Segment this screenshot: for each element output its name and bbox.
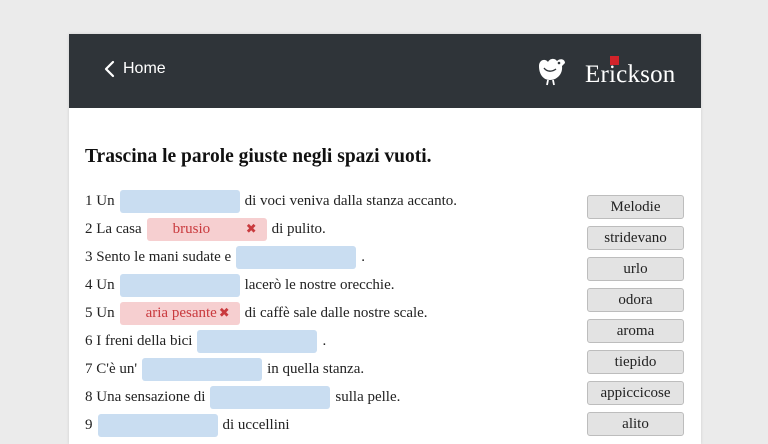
- dropped-word: brusio: [172, 220, 211, 237]
- drop-slot-filled-wrong[interactable]: aria pesante ✖: [119, 301, 240, 325]
- sentence-text-before: 9: [85, 416, 93, 433]
- drop-slot[interactable]: [197, 329, 318, 353]
- sentence-row: 9 di uccellini: [85, 413, 290, 437]
- drop-slot[interactable]: [119, 273, 240, 297]
- sentence-text-before: 2 La casa: [85, 220, 142, 237]
- chevron-left-icon: [104, 60, 115, 78]
- sentence-text-before: 3 Sento le mani sudate e: [85, 248, 232, 265]
- home-button[interactable]: Home: [103, 59, 166, 79]
- sentence-text-before: 6 I freni della bici: [85, 332, 193, 349]
- home-label: Home: [123, 60, 166, 77]
- word-tile[interactable]: alito: [587, 412, 684, 436]
- sentence-text-before: 5 Un: [85, 304, 115, 321]
- sentence-text-after: di pulito.: [271, 220, 326, 237]
- word-tile[interactable]: Melodie: [587, 195, 684, 219]
- sentence-text-after: .: [361, 248, 365, 265]
- drop-slot[interactable]: [210, 385, 331, 409]
- sentence-text-before: 7 C'è un': [85, 360, 138, 377]
- word-tile[interactable]: aroma: [587, 319, 684, 343]
- sentence-row: 1 Un di voci veniva dalla stanza accanto.: [85, 189, 457, 213]
- sentence-text-before: 1 Un: [85, 192, 115, 209]
- word-tile[interactable]: stridevano: [587, 226, 684, 250]
- sentence-text-after: di caffè sale dalle nostre scale.: [244, 304, 428, 321]
- sentence-row: 2 La casa brusio ✖ di pulito.: [85, 217, 326, 241]
- sentence-row: 7 C'è un' in quella stanza.: [85, 357, 364, 381]
- sentence-row: 6 I freni della bici.: [85, 329, 326, 353]
- top-bar: Home Erickson: [69, 34, 701, 108]
- brand-name: Erickson: [585, 61, 676, 88]
- sentence-text-after: di uccellini: [222, 416, 290, 433]
- sentence-text-after: lacerò le nostre orecchie.: [244, 276, 395, 293]
- drop-slot[interactable]: [236, 245, 357, 269]
- word-tile[interactable]: urlo: [587, 257, 684, 281]
- sentence-text-before: 4 Un: [85, 276, 115, 293]
- word-tile[interactable]: odora: [587, 288, 684, 312]
- word-tile[interactable]: appiccicose: [587, 381, 684, 405]
- wrong-x-icon[interactable]: ✖: [246, 222, 257, 237]
- instructions-title: Trascina le parole giuste negli spazi vu…: [85, 146, 432, 167]
- sentence-row: 8 Una sensazione di sulla pelle.: [85, 385, 400, 409]
- drop-slot[interactable]: [119, 189, 240, 213]
- word-tile[interactable]: tiepido: [587, 350, 684, 374]
- sentence-row: 3 Sento le mani sudate e.: [85, 245, 365, 269]
- drop-slot[interactable]: [97, 413, 218, 437]
- dropped-word: aria pesante: [145, 304, 217, 321]
- sentence-row: 5 Un aria pesante ✖ di caffè sale dalle nos…: [85, 301, 428, 325]
- sentence-text-before: 8 Una sensazione di: [85, 388, 206, 405]
- sentence-text-after: in quella stanza.: [267, 360, 365, 377]
- sentence-text-after: di voci veniva dalla stanza accanto.: [244, 192, 457, 209]
- sentence-text-after: sulla pelle.: [335, 388, 401, 405]
- sentence-text-after: .: [322, 332, 327, 349]
- bird-logo-icon: [539, 58, 565, 86]
- sentence-row: 4 Un lacerò le nostre orecchie.: [85, 273, 395, 297]
- exercise-card: Home Erickson Trascina le parole giuste …: [69, 34, 701, 444]
- drop-slot[interactable]: [142, 357, 263, 381]
- wrong-x-icon[interactable]: ✖: [219, 306, 230, 321]
- drop-slot-filled-wrong[interactable]: brusio ✖: [146, 217, 267, 241]
